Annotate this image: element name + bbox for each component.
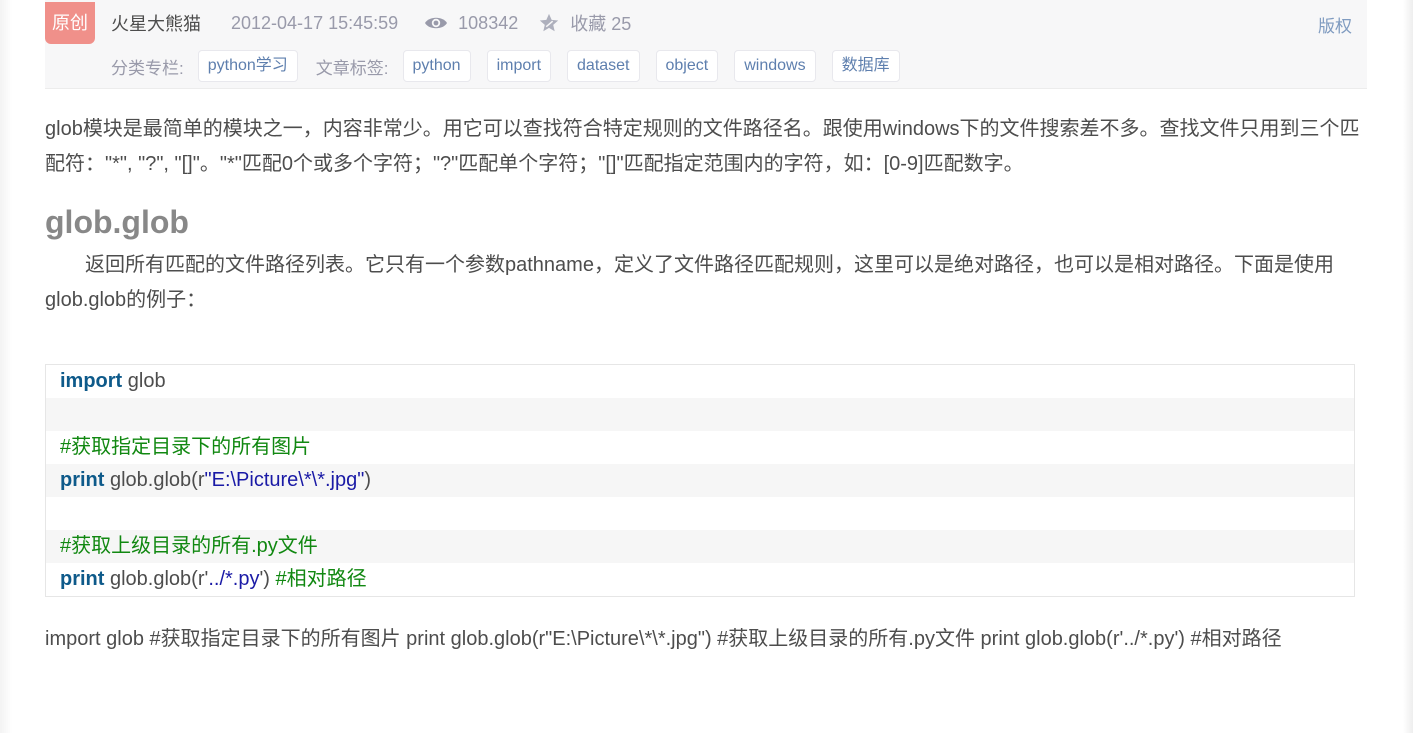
article-meta: 原创 火星大熊猫 2012-04-17 15:45:59 108342 收藏 2… [45,0,1367,89]
code-keyword: print [60,469,105,491]
code-comment: #相对路径 [275,568,367,590]
code-keyword: import [60,370,123,392]
code-text: ) [364,469,371,491]
section-paragraph: 返回所有匹配的文件路径列表。它只有一个参数pathname，定义了文件路径匹配规… [45,254,1334,311]
copyright-link[interactable]: 版权 [1318,12,1352,37]
tag-object[interactable]: object [655,50,719,82]
view-count: 108342 [424,13,518,34]
tag-windows[interactable]: windows [734,50,816,82]
code-comment: #获取上级目录的所有.py文件 [60,535,318,557]
tag-import[interactable]: import [486,50,552,82]
category-tag[interactable]: python学习 [197,50,298,82]
original-badge: 原创 [45,2,95,44]
eye-icon [425,17,448,29]
code-text: glob.glob(r [104,469,205,491]
tags-label: 文章标签: [315,58,389,78]
code-keyword: print [60,568,105,590]
code-string: "E:\Picture\*\*.jpg" [204,469,365,491]
collect-button[interactable]: 收藏 25 [538,10,631,36]
code-string: ../*.py [208,568,260,590]
section-heading: glob.glob [45,204,189,240]
code-line-1: import glob [46,365,1354,398]
intro-paragraph: glob模块是最简单的模块之一，内容非常少。用它可以查找符合特定规则的文件路径名… [45,118,1360,175]
tag-python[interactable]: python [402,50,471,82]
tag-dataset[interactable]: dataset [567,50,640,82]
plain-code-paragraph: import glob #获取指定目录下的所有图片 print glob.glo… [45,628,1282,650]
category-label: 分类专栏: [111,58,184,78]
view-count-value: 108342 [458,12,519,33]
code-line-6: #获取上级目录的所有.py文件 [46,530,1354,563]
meta-info-row: 火星大熊猫 2012-04-17 15:45:59 108342 收藏 25 [111,10,631,36]
code-comment: #获取指定目录下的所有图片 [60,436,312,458]
tags-row: 分类专栏: python学习 文章标签: python import datas… [111,50,916,82]
code-text: glob.glob(r' [104,568,209,590]
code-line-7: print glob.glob(r'../*.py') #相对路径 [46,563,1354,596]
code-text: glob [122,370,166,392]
publish-date: 2012-04-17 15:45:59 [231,12,399,33]
author-link[interactable]: 火星大熊猫 [111,10,201,36]
code-line-3: #获取指定目录下的所有图片 [46,431,1354,464]
page-left-edge [0,0,12,733]
collect-label: 收藏 25 [570,14,632,34]
star-icon [540,13,559,32]
code-block[interactable]: import glob #获取指定目录下的所有图片 print glob.glo… [45,364,1355,597]
code-line-4: print glob.glob(r"E:\Picture\*\*.jpg") [46,464,1354,497]
tag-database[interactable]: 数据库 [831,50,900,82]
page-right-edge [1403,0,1413,733]
code-text: ') [259,568,276,590]
code-line-2 [46,398,1354,431]
